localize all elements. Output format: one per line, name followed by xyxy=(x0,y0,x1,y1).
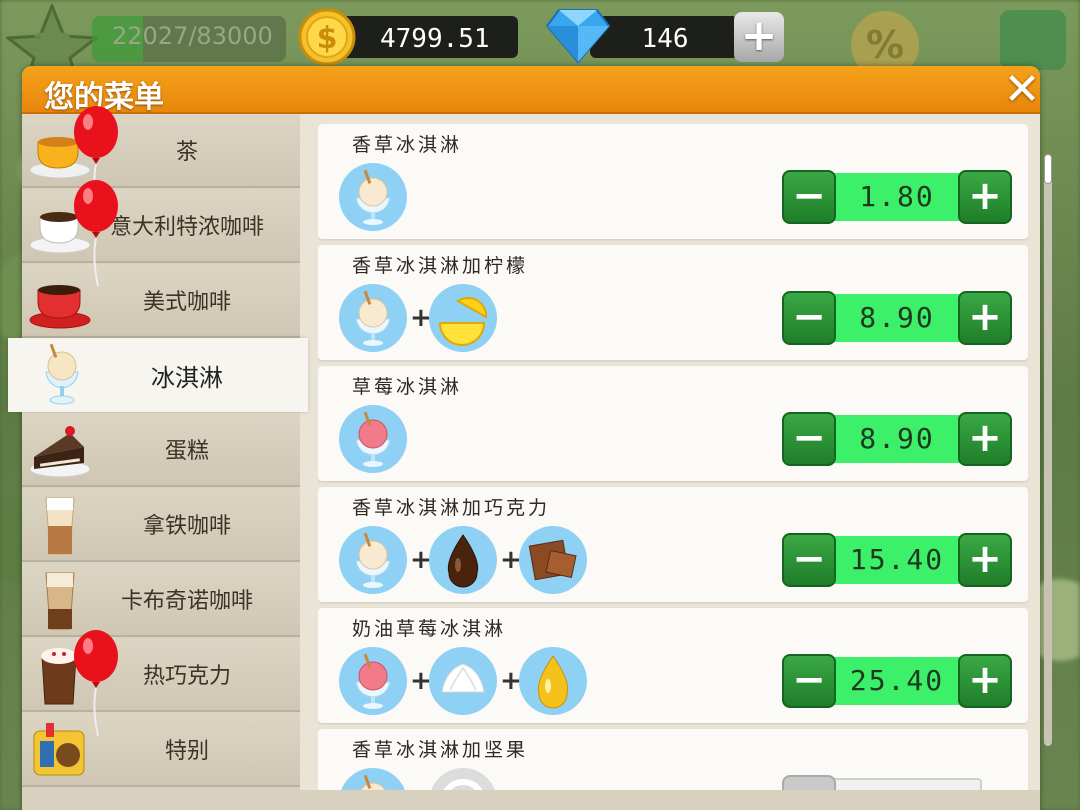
increase-price-button[interactable]: + xyxy=(958,654,1012,708)
recipe-list[interactable]: 香草冰淇淋 1.80 − + 香草冰淇淋加柠檬 + 8.90 − + 草莓冰淇淋… xyxy=(318,124,1028,790)
decrease-price-button[interactable]: − xyxy=(782,170,836,224)
increase-price-button[interactable]: + xyxy=(958,533,1012,587)
price-value: 8.90 xyxy=(859,422,935,455)
whipped-cream-icon xyxy=(429,647,497,715)
price-control: 15.40 − + xyxy=(782,533,1012,587)
decrease-price-button xyxy=(782,775,836,790)
category-label: 蛋糕 xyxy=(164,439,209,464)
recipe-name: 奶油草莓冰淇淋 xyxy=(352,618,507,640)
decrease-price-button[interactable]: − xyxy=(782,291,836,345)
recipe-name: 香草冰淇淋加坚果 xyxy=(352,739,529,761)
vanilla-ice-cream-icon xyxy=(339,284,407,352)
svg-text:%: % xyxy=(866,23,904,67)
svg-text:$: $ xyxy=(317,21,338,56)
price-value: 15.40 xyxy=(849,543,945,576)
price-value: 8.90 xyxy=(859,301,935,334)
category-label: 茶 xyxy=(175,140,198,165)
price-control: 8.90 − + xyxy=(782,291,1012,345)
category-ice-cream[interactable]: 冰淇淋 xyxy=(8,338,308,412)
recipe-row: 香草冰淇淋加柠檬 + 8.90 − + xyxy=(318,245,1028,360)
category-tea[interactable]: 茶 xyxy=(22,114,300,188)
category-label: 热巧克力 xyxy=(142,664,231,689)
price-track xyxy=(812,778,982,790)
balloon-icon xyxy=(74,180,118,287)
gem-amount: 146 xyxy=(641,24,689,54)
level-number: 13 xyxy=(31,28,73,63)
category-special[interactable]: 特别 xyxy=(22,713,300,787)
category-label: 美式咖啡 xyxy=(142,290,231,315)
recipe-row-locked: 香草冰淇淋加坚果 xyxy=(318,729,1028,790)
category-cappuccino[interactable]: 卡布奇诺咖啡 xyxy=(22,563,300,637)
close-button[interactable]: ✕ xyxy=(1002,68,1042,112)
strawberry-ice-cream-icon xyxy=(339,405,407,473)
recipe-name: 草莓冰淇淋 xyxy=(352,376,463,398)
vanilla-ice-cream-icon xyxy=(339,163,407,231)
chocolate-bar-icon xyxy=(519,526,587,594)
balloon-icon xyxy=(74,630,118,737)
category-sidebar: 茶 意大利特浓咖啡 美式咖啡 冰淇淋 蛋糕 拿铁咖啡 卡布奇诺咖啡 热巧克力 特… xyxy=(8,114,308,794)
coin-amount: 4799.51 xyxy=(380,24,490,54)
top-hud: 13 22027/83000 $ 4799.51 146 + % xyxy=(0,0,1080,96)
category-hot-chocolate[interactable]: 热巧克力 xyxy=(22,638,300,712)
latte-glass-icon xyxy=(45,497,75,555)
category-label: 冰淇淋 xyxy=(151,364,223,392)
dialog-header: 您的菜单 xyxy=(22,66,1040,115)
category-americano[interactable]: 美式咖啡 xyxy=(22,264,300,338)
add-gems-button[interactable]: + xyxy=(734,12,784,62)
strawberry-ice-cream-icon xyxy=(339,647,407,715)
category-latte[interactable]: 拿铁咖啡 xyxy=(22,488,300,562)
recipe-row: 草莓冰淇淋 8.90 − + xyxy=(318,366,1028,481)
increase-price-button[interactable]: + xyxy=(958,291,1012,345)
category-label: 卡布奇诺咖啡 xyxy=(120,589,253,614)
xp-text: 22027/83000 xyxy=(112,22,273,50)
recipe-row: 奶油草莓冰淇淋 + + 25.40 − + xyxy=(318,608,1028,723)
recipe-list-scrollbar[interactable] xyxy=(1044,154,1052,746)
category-cake[interactable]: 蛋糕 xyxy=(22,413,300,487)
cappuccino-glass-icon xyxy=(45,572,75,630)
category-label: 特别 xyxy=(164,739,209,764)
price-control-locked xyxy=(782,775,1012,790)
chocolate-syrup-icon xyxy=(429,526,497,594)
ice-cream-icon xyxy=(45,343,79,405)
price-value: 1.80 xyxy=(859,180,935,213)
category-label: 拿铁咖啡 xyxy=(142,514,231,539)
coin-icon: $ xyxy=(298,8,356,66)
locked-ingredient-icon xyxy=(431,768,495,790)
recipe-name: 香草冰淇淋加柠檬 xyxy=(352,255,529,277)
cake-icon xyxy=(29,426,91,478)
increase-price-button[interactable]: + xyxy=(958,412,1012,466)
category-espresso[interactable]: 意大利特浓咖啡 xyxy=(22,189,300,263)
decrease-price-button[interactable]: − xyxy=(782,412,836,466)
vanilla-ice-cream-icon xyxy=(341,768,405,790)
scrollbar-thumb[interactable] xyxy=(1044,154,1052,184)
decrease-price-button[interactable]: − xyxy=(782,533,836,587)
recipe-name: 香草冰淇淋 xyxy=(352,134,463,156)
price-value: 25.40 xyxy=(849,664,945,697)
recipe-row: 香草冰淇淋 1.80 − + xyxy=(318,124,1028,239)
recipe-name: 香草冰淇淋加巧克力 xyxy=(352,497,551,519)
dialog-footer xyxy=(22,790,1040,810)
increase-price-button[interactable]: + xyxy=(958,170,1012,224)
vanilla-ice-cream-icon xyxy=(339,526,407,594)
price-control: 25.40 − + xyxy=(782,654,1012,708)
decrease-price-button[interactable]: − xyxy=(782,654,836,708)
category-label: 意大利特浓咖啡 xyxy=(109,215,264,240)
recipe-row: 香草冰淇淋加巧克力 + + 15.40 − + xyxy=(318,487,1028,602)
price-control: 8.90 − + xyxy=(782,412,1012,466)
menu-list-icon[interactable] xyxy=(1000,10,1066,70)
oil-drop-icon xyxy=(519,647,587,715)
lemon-icon xyxy=(429,284,497,352)
price-control: 1.80 − + xyxy=(782,170,1012,224)
